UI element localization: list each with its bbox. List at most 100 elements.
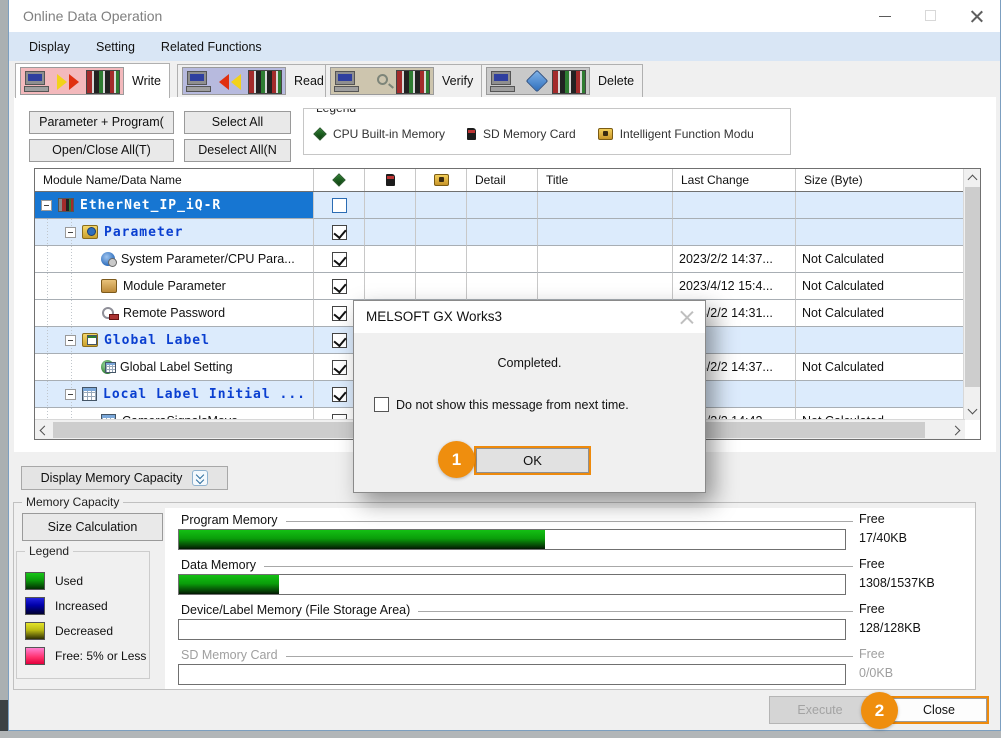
size-calculation-button[interactable]: Size Calculation (22, 513, 163, 541)
close-window-button[interactable] (954, 0, 1000, 32)
open-close-all-button[interactable]: Open/Close All(T) (29, 139, 174, 162)
scroll-up-icon (968, 175, 978, 185)
maximize-button[interactable] (908, 0, 954, 32)
cpu-built-in-memory-icon (332, 173, 346, 187)
column-detail[interactable]: Detail (467, 169, 538, 191)
maximize-icon (925, 10, 936, 21)
annotation-step-2: 2 (861, 692, 898, 729)
display-memory-capacity-button[interactable]: Display Memory Capacity (21, 466, 228, 490)
collapse-toggle[interactable] (41, 200, 52, 211)
collapse-toggle[interactable] (65, 389, 76, 400)
sd-memory-card-free-value: 0/0KB (859, 666, 893, 680)
table-row[interactable]: Parameter (35, 219, 965, 246)
close-button[interactable]: Close (889, 696, 989, 724)
select-all-button[interactable]: Select All (184, 111, 291, 134)
row-checkbox[interactable] (332, 333, 347, 348)
delete-plc-data-icon (486, 67, 590, 95)
device-label-memory-free-label: Free (859, 602, 885, 616)
plc-module-icon (58, 198, 74, 212)
row-checkbox[interactable] (332, 306, 347, 321)
operation-tab-strip: Write Read Verify De (9, 61, 1000, 97)
column-sd-card[interactable] (365, 169, 416, 191)
row-checkbox[interactable] (332, 198, 347, 213)
table-row[interactable]: EtherNet_IP_iQ-R (35, 192, 965, 219)
table-row[interactable]: System Parameter/CPU Para... 2023/2/2 14… (35, 246, 965, 273)
global-label-folder-icon (82, 333, 98, 347)
scroll-up-button[interactable] (964, 169, 981, 186)
title-bar: Online Data Operation (9, 0, 1000, 32)
tab-read-label: Read (294, 74, 324, 88)
tab-verify[interactable]: Verify (325, 64, 482, 97)
tab-delete-label: Delete (598, 74, 634, 88)
global-label-setting-icon (101, 360, 114, 374)
remote-password-icon (101, 306, 117, 320)
scroll-down-button[interactable] (964, 403, 981, 420)
menu-related-functions[interactable]: Related Functions (149, 35, 274, 59)
column-last-change[interactable]: Last Change (673, 169, 796, 191)
scroll-right-button[interactable] (948, 421, 965, 438)
program-memory-free-label: Free (859, 512, 885, 526)
tab-read[interactable]: Read (177, 64, 333, 97)
tab-verify-label: Verify (442, 74, 473, 88)
deselect-all-button[interactable]: Deselect All(N (184, 139, 291, 162)
parameter-program-button[interactable]: Parameter + Program( (29, 111, 174, 134)
tab-delete[interactable]: Delete (481, 64, 643, 97)
row-checkbox[interactable] (332, 225, 347, 240)
table-row[interactable]: Module Parameter 2023/4/12 15:4... Not C… (35, 273, 965, 300)
legend-intelligent-function-module: Intelligent Function Modu (598, 127, 754, 141)
melsoft-message-dialog: MELSOFT GX Works3 Completed. Do not show… (353, 300, 706, 493)
program-memory-bar (178, 529, 846, 550)
column-title[interactable]: Title (538, 169, 673, 191)
vertical-scroll-thumb[interactable] (965, 187, 980, 387)
execute-button[interactable]: Execute (769, 696, 871, 724)
sd-memory-card-bar (178, 664, 846, 685)
menu-setting[interactable]: Setting (84, 35, 147, 59)
row-checkbox[interactable] (332, 387, 347, 402)
column-module-name[interactable]: Module Name/Data Name (35, 169, 314, 191)
device-label-memory-label: Device/Label Memory (File Storage Area) (181, 603, 853, 618)
ok-button[interactable]: OK (474, 446, 591, 475)
minimize-button[interactable] (862, 0, 908, 32)
program-memory-label: Program Memory (181, 513, 853, 528)
menu-bar: Display Setting Related Functions (9, 32, 1000, 61)
collapse-toggle[interactable] (65, 227, 76, 238)
row-checkbox[interactable] (332, 252, 347, 267)
scroll-down-icon (968, 405, 978, 415)
close-icon (971, 10, 983, 22)
dialog-close-icon[interactable] (677, 309, 697, 325)
device-label-memory-bar (178, 619, 846, 640)
column-size[interactable]: Size (Byte) (796, 169, 965, 191)
column-intelligent-module[interactable] (416, 169, 467, 191)
system-parameter-icon (101, 252, 115, 266)
window-title: Online Data Operation (23, 8, 162, 24)
column-cpu-memory[interactable] (314, 169, 365, 191)
collapse-toggle[interactable] (65, 335, 76, 346)
annotation-step-1: 1 (438, 441, 475, 478)
legend-cpu-built-in-memory: CPU Built-in Memory (314, 127, 445, 141)
do-not-show-label: Do not show this message from next time. (396, 398, 629, 412)
sd-memory-card-icon (467, 128, 476, 140)
data-memory-free-label: Free (859, 557, 885, 571)
verify-with-plc-icon (330, 67, 434, 95)
minimize-icon (879, 16, 891, 17)
vertical-scrollbar[interactable] (963, 169, 980, 420)
legend-title: Legend (312, 108, 360, 115)
scroll-left-button[interactable] (35, 421, 52, 438)
sd-memory-card-label: SD Memory Card (181, 648, 853, 663)
row-checkbox[interactable] (332, 279, 347, 294)
legend-title: Legend (25, 544, 73, 558)
scroll-left-icon (40, 426, 50, 436)
memory-capacity-title: Memory Capacity (22, 495, 123, 509)
dialog-title: MELSOFT GX Works3 (366, 309, 502, 324)
write-to-plc-icon (20, 67, 124, 95)
do-not-show-checkbox[interactable] (374, 397, 389, 412)
module-parameter-icon (101, 279, 117, 293)
online-data-operation-window: Online Data Operation Display Setting Re… (8, 0, 1001, 731)
intelligent-function-module-icon (598, 128, 613, 140)
tab-write[interactable]: Write (15, 63, 170, 98)
menu-display[interactable]: Display (17, 35, 82, 59)
row-checkbox[interactable] (332, 360, 347, 375)
cpu-built-in-memory-icon (313, 127, 327, 141)
sd-memory-card-icon (386, 174, 395, 186)
decreased-swatch (25, 622, 45, 640)
